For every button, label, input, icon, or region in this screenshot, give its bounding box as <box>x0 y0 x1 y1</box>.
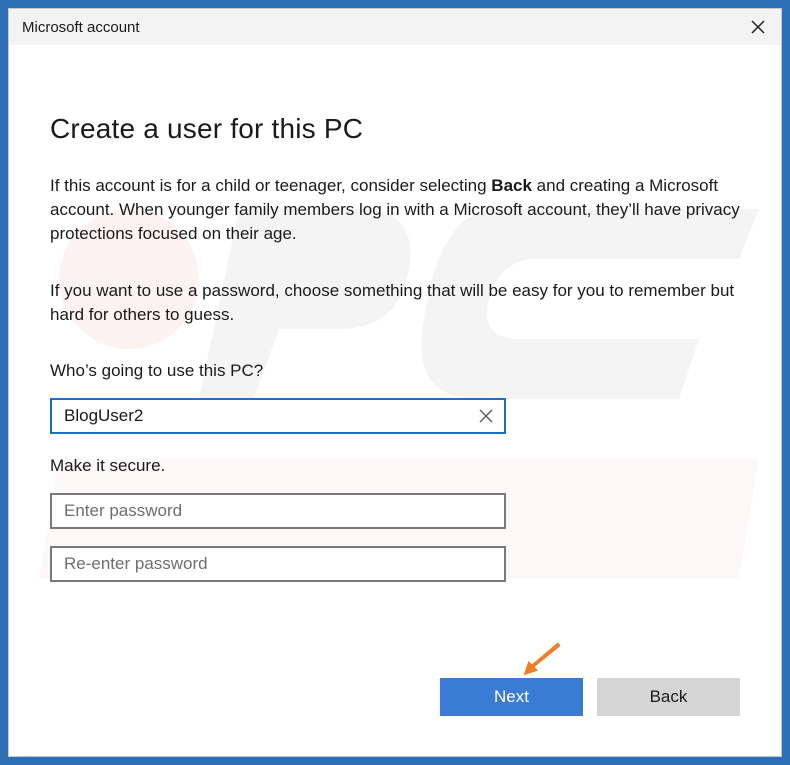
close-button[interactable] <box>735 9 781 45</box>
back-button[interactable]: Back <box>597 678 740 716</box>
clear-icon <box>479 409 493 423</box>
child-account-info-start: If this account is for a child or teenag… <box>50 176 492 195</box>
microsoft-account-dialog: Microsoft account Create a user for this… <box>8 8 782 757</box>
page-title: Create a user for this PC <box>50 113 364 144</box>
child-account-info: If this account is for a child or teenag… <box>50 174 740 246</box>
user-name-label: Who’s going to use this PC? <box>50 361 264 380</box>
clear-button[interactable] <box>476 406 496 426</box>
close-icon <box>751 20 765 34</box>
reenter-password-field[interactable] <box>50 546 506 582</box>
make-secure-label: Make it secure. <box>50 456 166 475</box>
title-bar: Microsoft account <box>9 9 781 45</box>
back-emphasis: Back <box>491 176 532 195</box>
user-name-field[interactable] <box>50 398 506 434</box>
password-advice: If you want to use a password, choose so… <box>50 281 735 324</box>
user-name-input[interactable] <box>64 400 464 432</box>
arrow-pointer-icon <box>521 640 562 678</box>
password-field[interactable] <box>50 493 506 529</box>
reenter-password-input[interactable] <box>64 548 464 580</box>
password-input[interactable] <box>64 495 464 527</box>
next-button[interactable]: Next <box>440 678 583 716</box>
window-title: Microsoft account <box>22 19 140 36</box>
